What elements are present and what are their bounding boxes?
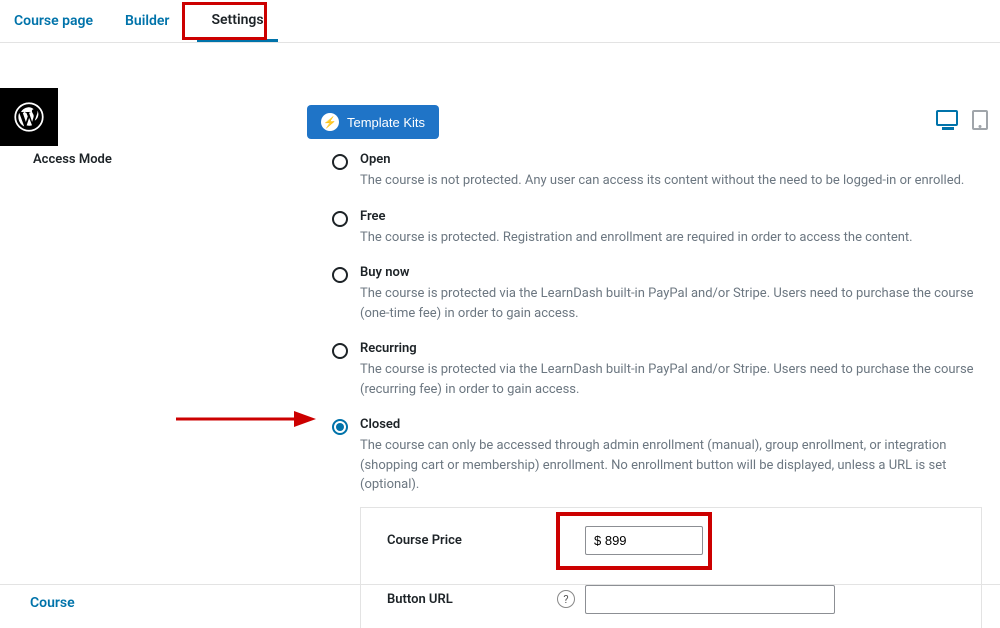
bolt-icon: ⚡ <box>321 113 339 131</box>
wordpress-icon <box>14 102 44 132</box>
tab-course-page[interactable]: Course page <box>10 13 121 40</box>
desktop-icon[interactable] <box>936 110 958 126</box>
option-closed[interactable]: Closed The course can only be accessed t… <box>332 417 982 495</box>
option-open-title: Open <box>360 152 982 167</box>
option-closed-desc: The course can only be accessed through … <box>360 436 982 495</box>
access-mode-label: Access Mode <box>33 152 112 167</box>
radio-closed[interactable] <box>332 419 348 435</box>
radio-open[interactable] <box>332 154 348 170</box>
access-mode-options: Open The course is not protected. Any us… <box>332 152 982 628</box>
tab-settings[interactable]: Settings <box>197 12 277 42</box>
annotation-arrow <box>176 409 316 429</box>
option-free[interactable]: Free The course is protected. Registrati… <box>332 209 982 248</box>
template-kits-button[interactable]: ⚡ Template Kits <box>307 105 439 139</box>
option-buy-now-desc: The course is protected via the LearnDas… <box>360 284 982 323</box>
option-open-desc: The course is not protected. Any user ca… <box>360 171 982 191</box>
course-price-row: Course Price <box>387 526 961 555</box>
option-open[interactable]: Open The course is not protected. Any us… <box>332 152 982 191</box>
tablet-icon[interactable] <box>972 110 988 130</box>
bottom-bar: Course <box>0 584 1000 621</box>
wordpress-logo <box>0 88 58 146</box>
option-recurring-title: Recurring <box>360 341 982 356</box>
device-preview-icons <box>936 110 988 130</box>
radio-free[interactable] <box>332 211 348 227</box>
option-recurring[interactable]: Recurring The course is protected via th… <box>332 341 982 399</box>
option-buy-now[interactable]: Buy now The course is protected via the … <box>332 265 982 323</box>
option-free-desc: The course is protected. Registration an… <box>360 228 982 248</box>
course-price-label: Course Price <box>387 533 557 548</box>
radio-recurring[interactable] <box>332 343 348 359</box>
template-kits-label: Template Kits <box>347 115 425 130</box>
radio-buy-now[interactable] <box>332 267 348 283</box>
bottom-course-link[interactable]: Course <box>30 595 75 611</box>
option-recurring-desc: The course is protected via the LearnDas… <box>360 360 982 399</box>
option-buy-now-title: Buy now <box>360 265 982 280</box>
tab-builder[interactable]: Builder <box>121 13 197 40</box>
option-free-title: Free <box>360 209 982 224</box>
course-price-input[interactable] <box>585 526 703 555</box>
top-tabs: Course page Builder Settings <box>0 0 1000 43</box>
option-closed-title: Closed <box>360 417 982 432</box>
